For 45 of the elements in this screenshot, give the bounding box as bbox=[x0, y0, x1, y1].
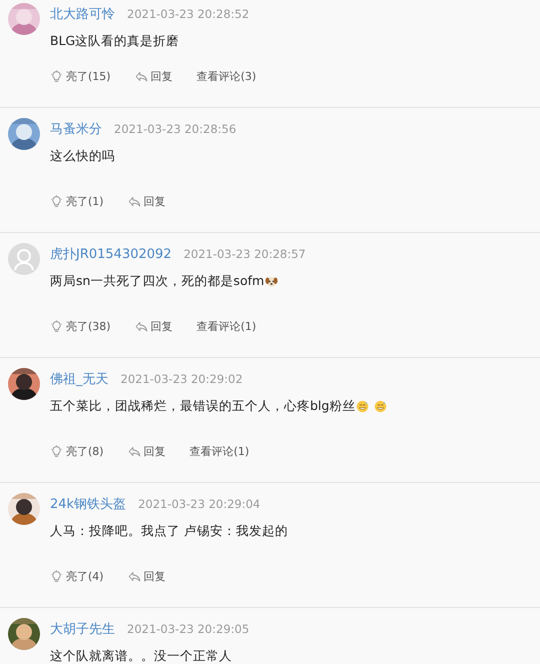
dog-icon bbox=[265, 274, 278, 288]
comment-text: 五个菜比，团战稀烂，最错误的五个人，心疼blg粉丝 bbox=[50, 398, 356, 414]
timestamp: 2021-03-23 20:28:56 bbox=[114, 122, 236, 136]
lightbulb-icon bbox=[50, 445, 63, 458]
reply-button[interactable]: 回复 bbox=[128, 194, 166, 209]
reply-arrow-icon bbox=[134, 320, 148, 333]
username-link[interactable]: 24k钢铁头盔 bbox=[50, 495, 126, 513]
lightbulb-icon bbox=[50, 195, 63, 208]
comment-text: 这么快的吗 bbox=[50, 148, 115, 164]
reply-button[interactable]: 回复 bbox=[134, 319, 173, 334]
view-comments-button[interactable]: 查看评论(1) bbox=[190, 444, 250, 459]
reply-button[interactable]: 回复 bbox=[128, 444, 166, 459]
sweat-smile-icon bbox=[374, 400, 388, 412]
timestamp: 2021-03-23 20:28:52 bbox=[127, 7, 250, 21]
reply-arrow-icon bbox=[128, 195, 141, 208]
username-link[interactable]: 马蚤米分 bbox=[50, 120, 102, 138]
like-button[interactable]: 亮了(4) bbox=[50, 569, 104, 584]
reply-arrow-icon bbox=[128, 570, 141, 583]
like-button[interactable]: 亮了(15) bbox=[50, 69, 111, 84]
like-button[interactable]: 亮了(1) bbox=[50, 194, 104, 209]
reply-button[interactable]: 回复 bbox=[128, 569, 166, 584]
timestamp: 2021-03-23 20:28:57 bbox=[184, 247, 306, 261]
timestamp: 2021-03-23 20:29:04 bbox=[138, 497, 260, 511]
comment-text: BLG这队看的真是折磨 bbox=[50, 32, 180, 50]
comment-text: 这个队就离谱。。没一个正常人 bbox=[50, 648, 232, 664]
view-comments-button[interactable]: 查看评论(3) bbox=[196, 69, 256, 84]
username-link[interactable]: 大胡子先生 bbox=[50, 620, 115, 638]
timestamp: 2021-03-23 20:29:05 bbox=[127, 622, 250, 636]
username-link[interactable]: 北大路可怜 bbox=[50, 5, 115, 23]
comment-text: 人马：投降吧。我点了 卢锡安：我发起的 bbox=[50, 522, 288, 540]
username-link[interactable]: 佛祖_无天 bbox=[50, 370, 108, 388]
lightbulb-icon bbox=[50, 320, 63, 333]
view-comments-button[interactable]: 查看评论(1) bbox=[196, 319, 256, 334]
lightbulb-icon bbox=[50, 570, 63, 583]
timestamp: 2021-03-23 20:29:02 bbox=[120, 372, 243, 386]
reply-arrow-icon bbox=[134, 70, 148, 83]
like-button[interactable]: 亮了(38) bbox=[50, 319, 111, 334]
lightbulb-icon bbox=[50, 70, 63, 83]
default-avatar-icon bbox=[8, 243, 40, 275]
reply-arrow-icon bbox=[128, 445, 141, 458]
comment-text: 两局sn一共死了四次，死的都是sofm bbox=[50, 272, 264, 290]
like-button[interactable]: 亮了(8) bbox=[50, 444, 104, 459]
username-link[interactable]: 虎扑JR0154302092 bbox=[50, 245, 172, 263]
reply-button[interactable]: 回复 bbox=[134, 69, 173, 84]
sweat-smile-icon bbox=[356, 400, 370, 412]
